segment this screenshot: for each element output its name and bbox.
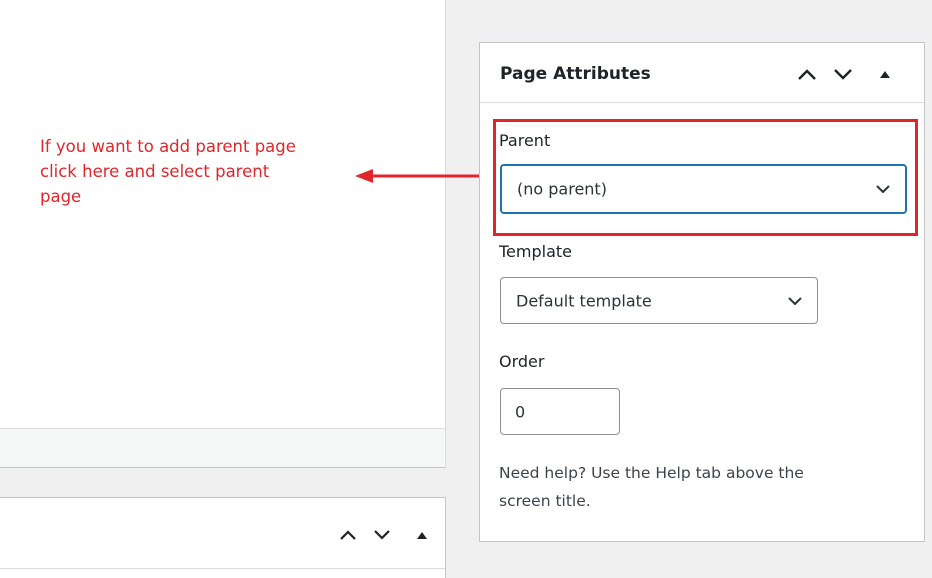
- template-label: Template: [499, 242, 573, 261]
- order-label: Order: [499, 352, 545, 371]
- parent-select[interactable]: (no parent): [500, 164, 907, 214]
- editor-content-area: [0, 0, 446, 428]
- annotation-line-3: page: [40, 187, 82, 206]
- parent-select-value: (no parent): [517, 179, 607, 199]
- annotation-note: If you want to add parent page click her…: [40, 134, 370, 209]
- chevron-up-icon[interactable]: [337, 526, 359, 544]
- divider: [0, 568, 445, 569]
- chevron-down-icon: [788, 296, 802, 305]
- triangle-up-icon[interactable]: [417, 531, 427, 539]
- help-line-1: Need help? Use the Help tab above the: [499, 464, 804, 482]
- order-input-value: 0: [515, 402, 526, 421]
- annotation-arrow-icon: [355, 169, 495, 183]
- panel-controls: [796, 65, 890, 83]
- chevron-down-icon[interactable]: [371, 526, 393, 544]
- lower-metabox: [0, 497, 446, 578]
- annotation-line-1: If you want to add parent page: [40, 137, 296, 156]
- editor-status-bar: [0, 428, 446, 468]
- chevron-up-icon[interactable]: [796, 65, 818, 83]
- triangle-up-icon[interactable]: [880, 70, 890, 78]
- template-select-value: Default template: [516, 291, 652, 310]
- parent-label: Parent: [499, 131, 551, 150]
- help-text: Need help? Use the Help tab above the sc…: [499, 459, 899, 515]
- annotation-line-2: click here and select parent: [40, 162, 270, 181]
- lower-metabox-controls: [337, 526, 427, 544]
- help-line-2: screen title.: [499, 492, 591, 510]
- chevron-down-icon[interactable]: [832, 65, 854, 83]
- panel-title: Page Attributes: [500, 64, 651, 84]
- order-input[interactable]: 0: [500, 388, 620, 435]
- template-select[interactable]: Default template: [500, 277, 818, 324]
- chevron-down-icon: [876, 185, 890, 194]
- panel-header: Page Attributes: [480, 43, 924, 103]
